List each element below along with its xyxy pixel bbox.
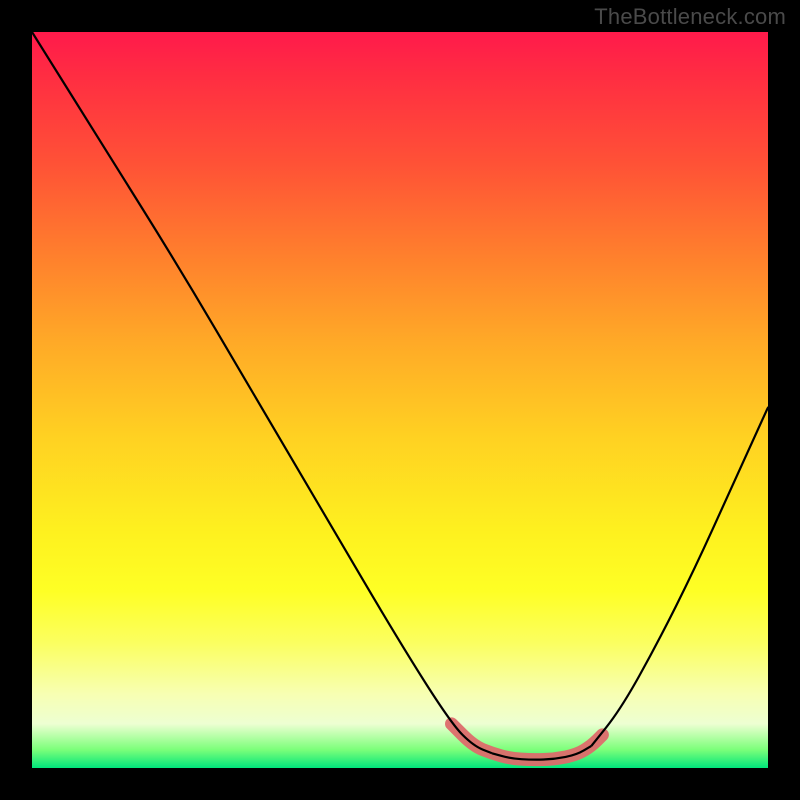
curve-left-descent <box>32 32 492 753</box>
highlight-optimal-range <box>452 724 603 760</box>
plot-area <box>32 32 768 768</box>
curve-right-ascent <box>591 407 768 746</box>
chart-frame: TheBottleneck.com <box>0 0 800 800</box>
curve-layer <box>32 32 768 768</box>
watermark-text: TheBottleneck.com <box>594 4 786 30</box>
